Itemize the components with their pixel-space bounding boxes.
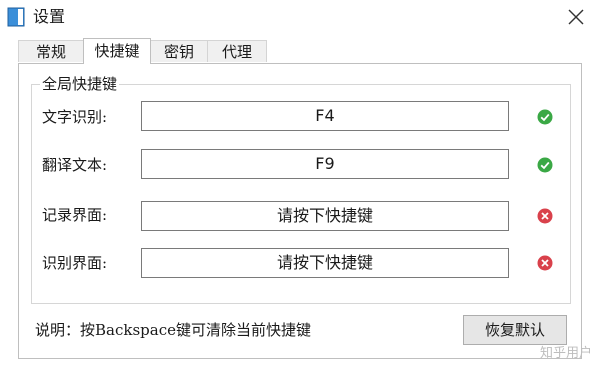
ocr-hotkey-field[interactable]: F4: [141, 101, 509, 131]
recognize-ui-hotkey-field[interactable]: 请按下快捷键: [141, 248, 509, 278]
hint-text: 说明：按Backspace键可清除当前快捷键: [35, 321, 311, 339]
watermark: 知乎用户: [539, 346, 592, 361]
check-circle-icon: [537, 109, 553, 125]
tab-keys[interactable]: 密钥: [150, 40, 208, 62]
close-icon[interactable]: [566, 7, 586, 27]
tab-general[interactable]: 常规: [18, 40, 84, 62]
title-bar: 设置: [0, 0, 600, 36]
restore-defaults-button[interactable]: 恢复默认: [463, 315, 567, 345]
settings-window: 设置 常规 快捷键 密钥 代理 全局快捷键 文字识别: F4 翻译文本: F9: [0, 0, 600, 367]
record-ui-hotkey-field[interactable]: 请按下快捷键: [141, 201, 509, 231]
ocr-hotkey-label: 文字识别:: [42, 108, 108, 126]
window-title: 设置: [33, 7, 66, 26]
record-ui-hotkey-label: 记录界面:: [42, 206, 108, 224]
tab-bar: 常规 快捷键 密钥 代理: [18, 38, 578, 64]
check-circle-icon: [537, 157, 553, 173]
app-icon: [7, 7, 25, 27]
group-title: 全局快捷键: [40, 75, 120, 93]
global-hotkeys-group: 全局快捷键 文字识别: F4 翻译文本: F9 记录界面: 请按下快捷键 识别界…: [31, 75, 571, 304]
cross-circle-icon: [537, 255, 553, 271]
translate-hotkey-label: 翻译文本:: [42, 156, 108, 174]
translate-hotkey-field[interactable]: F9: [141, 149, 509, 179]
recognize-ui-hotkey-label: 识别界面:: [42, 254, 108, 272]
cross-circle-icon: [537, 208, 553, 224]
hotkeys-panel: 全局快捷键 文字识别: F4 翻译文本: F9 记录界面: 请按下快捷键 识别界…: [18, 63, 582, 359]
tab-proxy[interactable]: 代理: [207, 40, 267, 62]
tab-hotkeys[interactable]: 快捷键: [83, 38, 151, 64]
